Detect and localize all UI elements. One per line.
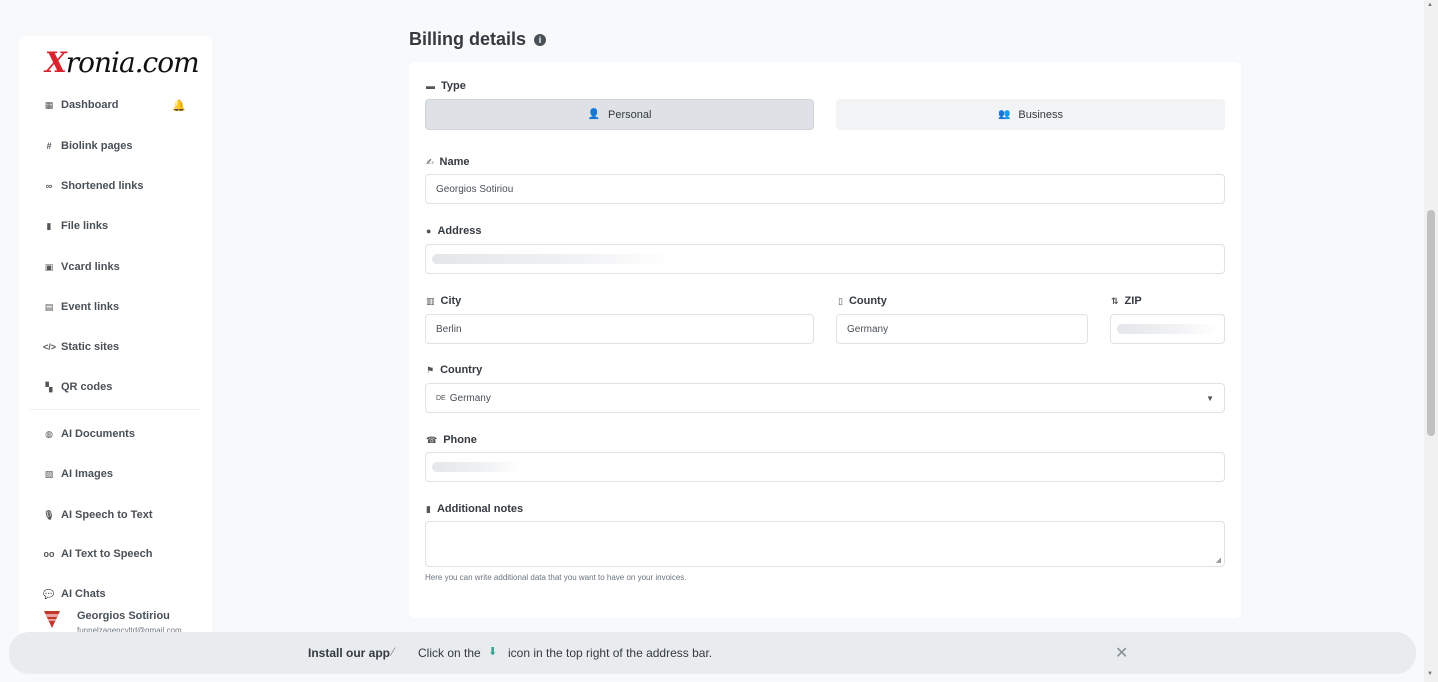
billing-form: ▬ Type 👤 Personal 👥 Business ✍ Name Georgios… xyxy=(409,62,1241,618)
download-icon: ⬇ xyxy=(488,646,498,658)
city-field[interactable]: Berlin xyxy=(425,314,814,344)
type-label: ▬ Type xyxy=(426,80,466,92)
install-banner: Install our app ⁄ Click on the ⬇ icon in… xyxy=(9,632,1416,674)
sidebar-item-ai-speech-to-text[interactable]: 🎙 AI Speech to Text xyxy=(43,504,193,526)
link-icon: ∞ xyxy=(45,181,53,191)
comments-icon: 💬 xyxy=(43,588,55,599)
sidebar-item-file-links[interactable]: ▮ File links xyxy=(43,215,193,237)
notes-textarea[interactable]: ◢ xyxy=(425,521,1225,567)
microphone-icon: 🎙 xyxy=(43,509,55,520)
building-icon: ▯ xyxy=(838,295,843,306)
calendar-icon: ▤ xyxy=(44,301,54,312)
magic-wand-icon: ⁄ xyxy=(392,645,395,659)
scrollbar-thumb[interactable] xyxy=(1427,210,1435,436)
resize-handle-icon[interactable]: ◢ xyxy=(1216,556,1221,564)
chevron-down-icon: ▼ xyxy=(1206,394,1214,403)
phone-icon: ☎ xyxy=(426,434,438,445)
page-scrollbar[interactable]: ▲ ▼ xyxy=(1424,0,1438,682)
notes-label: ▮ Additional notes xyxy=(426,503,524,515)
zip-label: ⇅ ZIP xyxy=(1111,295,1142,307)
user-profile[interactable]: Georgios Sotiriou funnelzagencyltd@gmail… xyxy=(19,600,212,636)
info-icon[interactable]: i xyxy=(534,33,547,46)
nav-divider xyxy=(29,409,201,410)
county-field[interactable]: Germany xyxy=(836,314,1088,344)
name-label: ✍ Name xyxy=(426,156,470,168)
install-instruction-start: Click on the xyxy=(418,646,481,660)
page-title: Billing details i xyxy=(409,29,547,50)
install-label: Install our app xyxy=(308,646,391,660)
type-business-button[interactable]: 👥 Business xyxy=(836,99,1225,130)
city-icon: ▥ xyxy=(426,295,435,306)
sort-icon: ⇅ xyxy=(1111,295,1119,306)
phone-label: ☎ Phone xyxy=(426,434,477,446)
scroll-down-icon[interactable]: ▼ xyxy=(1427,671,1433,677)
sidebar-item-biolink-pages[interactable]: # Biolink pages xyxy=(43,135,193,157)
file-icon: ▮ xyxy=(46,220,52,231)
sidebar-item-dashboard[interactable]: ▦ Dashboard xyxy=(43,94,193,116)
sidebar-item-qr-codes[interactable]: ▚ QR codes xyxy=(43,376,193,398)
image-icon: ▧ xyxy=(44,468,54,479)
file-alt-icon: ▮ xyxy=(426,503,431,514)
county-label: ▯ County xyxy=(838,295,887,307)
flag-icon: ⚑ xyxy=(426,364,435,375)
sidebar-item-ai-images[interactable]: ▧ AI Images xyxy=(43,463,193,485)
sidebar-item-event-links[interactable]: ▤ Event links xyxy=(43,296,193,318)
name-field[interactable]: Georgios Sotiriou xyxy=(425,174,1225,204)
map-marker-icon: ● xyxy=(426,226,432,236)
brand-logo[interactable]: Xronia.com xyxy=(45,46,200,79)
user-icon: 👤 xyxy=(587,109,601,120)
user-tie-icon: 👥 xyxy=(997,109,1011,120)
zip-field[interactable] xyxy=(1110,314,1225,344)
sidebar-item-static-sites[interactable]: </> Static sites xyxy=(43,336,193,358)
hash-icon: # xyxy=(46,141,52,151)
user-name: Georgios Sotiriou xyxy=(77,610,170,622)
avatar xyxy=(44,611,60,628)
sidebar-item-ai-text-to-speech[interactable]: oo AI Text to Speech xyxy=(43,543,193,565)
briefcase-icon: ▬ xyxy=(426,81,435,91)
close-icon[interactable]: ✕ xyxy=(1115,643,1128,663)
voicemail-icon: oo xyxy=(43,549,55,559)
signature-icon: ✍ xyxy=(426,156,434,167)
type-personal-button[interactable]: 👤 Personal xyxy=(425,99,814,130)
country-label: ⚑ Country xyxy=(426,364,483,376)
city-label: ▥ City xyxy=(426,295,462,307)
phone-field[interactable] xyxy=(425,452,1225,482)
qrcode-icon: ▚ xyxy=(45,381,53,392)
robot-icon: ◍ xyxy=(45,428,53,439)
code-icon: </> xyxy=(43,342,57,352)
id-card-icon: ▣ xyxy=(44,261,54,272)
sidebar: Xronia.com ▦ Dashboard 🔔 # Biolink pages ∞… xyxy=(19,36,212,636)
address-label: ● Address xyxy=(426,225,482,237)
table-icon: ▦ xyxy=(44,99,54,110)
sidebar-item-ai-documents[interactable]: ◍ AI Documents xyxy=(43,423,193,445)
bell-icon[interactable]: 🔔 xyxy=(172,99,186,112)
sidebar-item-shortened-links[interactable]: ∞ Shortened links xyxy=(43,175,193,197)
scroll-up-icon[interactable]: ▲ xyxy=(1427,2,1433,8)
install-instruction-end: icon in the top right of the address bar… xyxy=(508,646,713,660)
country-select[interactable]: DE Germany ▼ xyxy=(425,383,1225,413)
sidebar-item-vcard-links[interactable]: ▣ Vcard links xyxy=(43,256,193,278)
notes-hint: Here you can write additional data that … xyxy=(425,573,687,582)
address-field[interactable] xyxy=(425,244,1225,274)
